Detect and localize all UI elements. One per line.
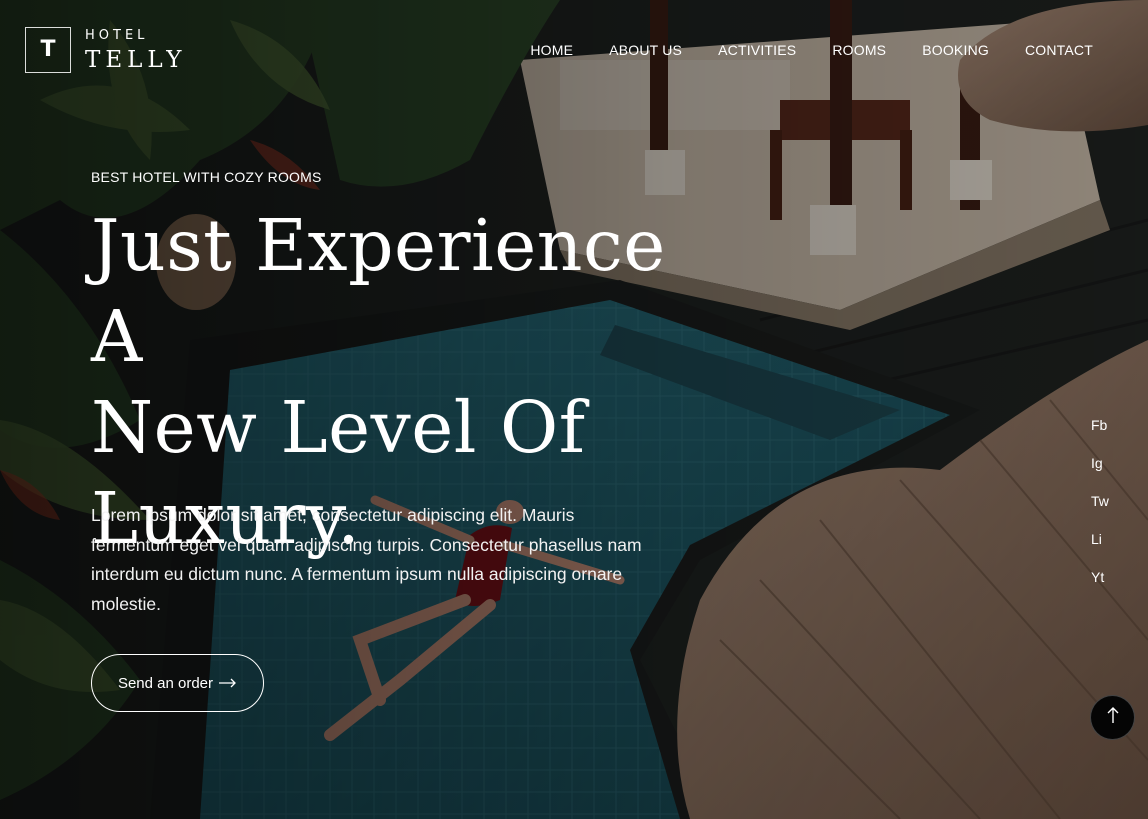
headline-line-1: Just Experience A bbox=[91, 204, 666, 378]
social-link-facebook[interactable]: Fb bbox=[1091, 417, 1109, 434]
logo-mark: T bbox=[25, 27, 71, 73]
send-order-label: Send an order bbox=[117, 674, 214, 692]
hero-description: Lorem ipsum dolor sit amet, consectetur … bbox=[91, 505, 642, 614]
arrow-right-icon bbox=[219, 678, 237, 688]
arrow-up-icon bbox=[1107, 706, 1119, 729]
nav-item-contact[interactable]: CONTACT bbox=[1025, 42, 1093, 58]
logo-big-text: TELLY bbox=[85, 47, 187, 73]
nav-item-home[interactable]: HOME bbox=[530, 42, 573, 58]
send-order-button[interactable]: Send an order bbox=[91, 654, 264, 712]
social-link-linkedin[interactable]: Li bbox=[1091, 531, 1109, 548]
nav-item-activities[interactable]: ACTIVITIES bbox=[718, 42, 796, 58]
social-link-instagram[interactable]: Ig bbox=[1091, 455, 1109, 472]
logo-small-text: HOTEL bbox=[85, 28, 149, 43]
headline-line-2: New Level Of bbox=[91, 386, 586, 469]
scroll-to-top-button[interactable] bbox=[1090, 695, 1135, 740]
hero-eyebrow: BEST HOTEL WITH COZY ROOMS bbox=[91, 169, 322, 185]
social-links: Fb Ig Tw Li Yt bbox=[1091, 417, 1109, 586]
social-link-youtube[interactable]: Yt bbox=[1091, 569, 1109, 586]
main-nav: HOME ABOUT US ACTIVITIES ROOMS BOOKING C… bbox=[530, 42, 1093, 58]
nav-item-rooms[interactable]: ROOMS bbox=[832, 42, 886, 58]
nav-item-booking[interactable]: BOOKING bbox=[922, 42, 989, 58]
logo[interactable]: T HOTEL TELLY bbox=[25, 27, 195, 73]
nav-item-about-us[interactable]: ABOUT US bbox=[609, 42, 682, 58]
social-link-twitter[interactable]: Tw bbox=[1091, 493, 1109, 510]
